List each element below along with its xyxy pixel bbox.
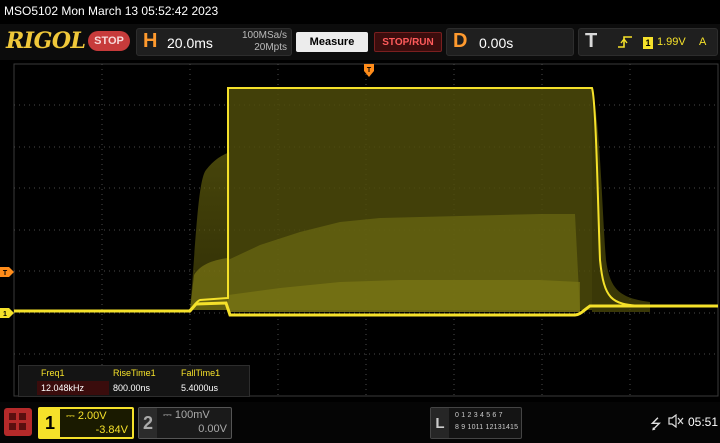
measurement-value: 5.4000us — [181, 383, 219, 393]
menu-grid-icon — [9, 423, 16, 430]
run-state-badge[interactable]: STOP — [88, 31, 130, 51]
waveform-persistence — [190, 88, 650, 312]
measurement-freq: Freq1 12.048kHz — [37, 366, 109, 396]
channel2-settings[interactable]: 2 ⎓ 100mV 0.00V — [138, 407, 232, 439]
dc-coupling-icon: ⎓ — [163, 409, 172, 421]
logic-label: L — [431, 408, 449, 438]
measurement-label: RiseTime1 — [113, 368, 156, 378]
channel1-offset: -3.84V — [95, 424, 128, 436]
trigger-panel[interactable]: T 1 1.99V A — [578, 28, 718, 56]
logic-analyzer-channels[interactable]: L 0 1 2 3 4 5 6 7 8 9 1011 12131415 — [430, 407, 522, 439]
channel2-offset: 0.00V — [198, 423, 227, 435]
logic-channels-row2: 8 9 1011 12131415 — [455, 424, 519, 431]
memory-depth: 20Mpts — [254, 42, 287, 53]
trigger-level: 1.99V — [657, 36, 686, 48]
svg-text:T: T — [3, 270, 8, 277]
toolbar: RIGOL STOP H 20.0ms 100MSa/s 20Mpts Meas… — [0, 24, 720, 60]
svg-text:1: 1 — [3, 311, 7, 318]
dc-coupling-icon: ⎓ — [66, 410, 75, 422]
channel2-scale-value: 100mV — [174, 409, 210, 421]
delay-panel[interactable]: D 0.00s — [446, 28, 574, 56]
channel1-scale-value: 2.00V — [77, 410, 107, 422]
trigger-position-marker[interactable]: T — [364, 64, 374, 83]
delay-value: 0.00s — [479, 35, 514, 51]
device-info: MSO5102 Mon March 13 05:52:42 2023 — [4, 4, 219, 18]
rising-edge-icon — [617, 33, 633, 54]
stop-run-button[interactable]: STOP/RUN — [374, 32, 442, 52]
measurement-label: FallTime1 — [181, 368, 221, 378]
trigger-label: T — [585, 30, 598, 52]
trigger-mode: A — [699, 36, 707, 48]
title-bar: MSO5102 Mon March 13 05:52:42 2023 — [0, 0, 720, 24]
acquisition-info: 100MSa/s 20Mpts — [229, 30, 287, 54]
channel1-offset-marker[interactable]: 1 — [0, 305, 14, 323]
channel2-scale: ⎓ 100mV — [163, 409, 210, 422]
measurement-value: 12.048kHz — [41, 383, 85, 393]
usb-icon: ⭍ — [650, 416, 662, 432]
trigger-source-badge: 1 — [643, 37, 653, 49]
waveform-display[interactable] — [0, 60, 720, 400]
channel2-number: 2 — [139, 408, 157, 438]
main-menu-button[interactable] — [4, 408, 32, 436]
measurement-value: 800.00ns — [113, 383, 151, 393]
measurement-falltime: FallTime1 5.4000us — [181, 366, 249, 396]
channel1-settings[interactable]: 1 ⎓ 2.00V -3.84V — [38, 407, 134, 439]
menu-grid-icon — [19, 413, 26, 420]
measurement-label: Freq1 — [41, 368, 65, 378]
logic-channels-row1: 0 1 2 3 4 5 6 7 — [455, 412, 503, 419]
svg-text:T: T — [367, 67, 372, 74]
menu-grid-icon — [9, 413, 16, 420]
measure-button[interactable]: Measure — [296, 32, 368, 52]
menu-grid-icon — [19, 423, 26, 430]
sample-rate: 100MSa/s — [241, 30, 287, 41]
channel1-scale: ⎓ 2.00V — [66, 410, 107, 423]
delay-label: D — [453, 30, 468, 52]
channel1-number: 1 — [40, 409, 60, 437]
timebase-value: 20.0ms — [167, 35, 213, 51]
speaker-muted-icon[interactable] — [668, 413, 684, 431]
brand-logo: RIGOL — [6, 28, 86, 54]
measurement-panel[interactable]: Freq1 12.048kHz RiseTime1 800.00ns FallT… — [18, 365, 250, 397]
waveform-graticule — [13, 63, 719, 397]
clock: 05:51 — [688, 415, 719, 429]
bottom-bar: 1 ⎓ 2.00V -3.84V 2 ⎓ 100mV 0.00V L 0 1 2… — [0, 402, 720, 443]
measurement-risetime: RiseTime1 800.00ns — [113, 366, 181, 396]
horizontal-panel[interactable]: H 20.0ms 100MSa/s 20Mpts — [136, 28, 292, 56]
trigger-level-marker[interactable]: T — [0, 264, 14, 282]
horizontal-label: H — [143, 30, 158, 52]
